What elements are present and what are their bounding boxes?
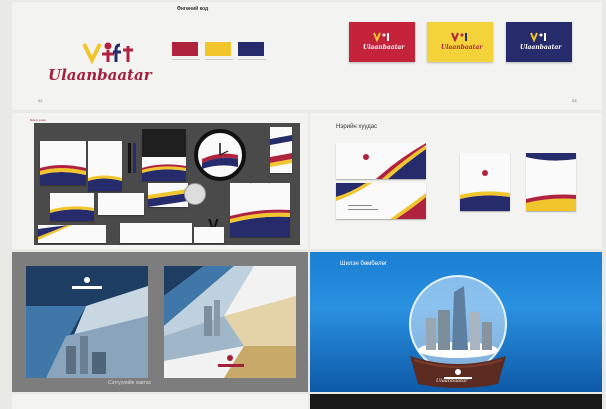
envelope-mockup [98, 193, 144, 215]
brochure-mockup-panel: Сэтгүүлийн хавтас [12, 252, 308, 392]
business-card-back [336, 183, 426, 219]
page-number-right: 03 [572, 98, 577, 103]
next-page-strip-light [12, 394, 308, 409]
envelope-mockup [50, 193, 94, 221]
cd-disc-mockup [184, 183, 206, 205]
swatch-navy [238, 42, 264, 56]
notebook-mockup [142, 157, 186, 181]
business-card-front [336, 143, 426, 179]
swatch-yellow-codes [205, 59, 233, 68]
stationery-heading: Бичиг хэрэг [30, 118, 47, 122]
folder-mockup [40, 141, 86, 185]
stationery-mockup-panel: Бичиг хэрэг V [12, 113, 308, 249]
swatch-yellow [205, 42, 231, 56]
brand-card-red: Ulaanbaatar [349, 22, 415, 62]
stationery-backdrop: V [34, 123, 300, 245]
swatch-navy-codes [238, 59, 266, 68]
color-code-heading: Өнгөний код [177, 6, 209, 12]
pen-mockup [128, 143, 131, 173]
pen-mockup [133, 143, 136, 173]
card-stack-mockup [270, 127, 292, 173]
card-logo-mark [451, 32, 467, 42]
snow-globe-panel: Шилэн бөмбөлөг Ulaanbaatar [310, 252, 602, 392]
card-logo-mark [373, 32, 389, 42]
card-wordmark: Ulaanbaatar [363, 44, 405, 51]
dl-envelope-mockup [38, 225, 106, 243]
logo-wordmark: Ulaanbaatar [48, 66, 152, 84]
brochure-cover-right [164, 266, 296, 378]
letterhead-mockup [88, 141, 122, 191]
swatch-red-codes [172, 59, 200, 68]
dl-envelope-mockup [120, 223, 192, 243]
business-cards-panel: Нэрийн хуудас [310, 113, 602, 249]
gift-box-mockup [142, 129, 186, 157]
brand-card-navy: Ulaanbaatar [506, 22, 572, 62]
swatch-red [172, 42, 198, 56]
card-logo-mark [530, 32, 546, 42]
globe-wordmark: Ulaanbaatar [436, 378, 468, 384]
dl-envelope-mockup [194, 227, 224, 243]
brochure-cover-left [26, 266, 148, 378]
brand-colors-panel: Ulaanbaatar Өнгөний код Ulaanbaatar Ulaa… [12, 2, 602, 110]
card-wordmark: Ulaanbaatar [441, 44, 483, 51]
page-number-left: 02 [38, 98, 43, 103]
business-cards-heading: Нэрийн хуудас [336, 124, 378, 130]
wall-clock-mockup [194, 129, 246, 181]
shopping-bag-mockup [230, 177, 290, 237]
business-card-vertical [526, 153, 576, 211]
business-card-vertical [460, 153, 510, 211]
card-wordmark: Ulaanbaatar [520, 44, 562, 51]
next-page-strip-dark [310, 394, 602, 409]
snow-globe-heading: Шилэн бөмбөлөг [340, 261, 388, 267]
snow-globe-mockup [398, 272, 518, 392]
brand-card-yellow: Ulaanbaatar [427, 22, 493, 62]
cd-sleeve-mockup [148, 183, 188, 207]
brochure-caption: Сэтгүүлийн хавтас [108, 380, 152, 386]
